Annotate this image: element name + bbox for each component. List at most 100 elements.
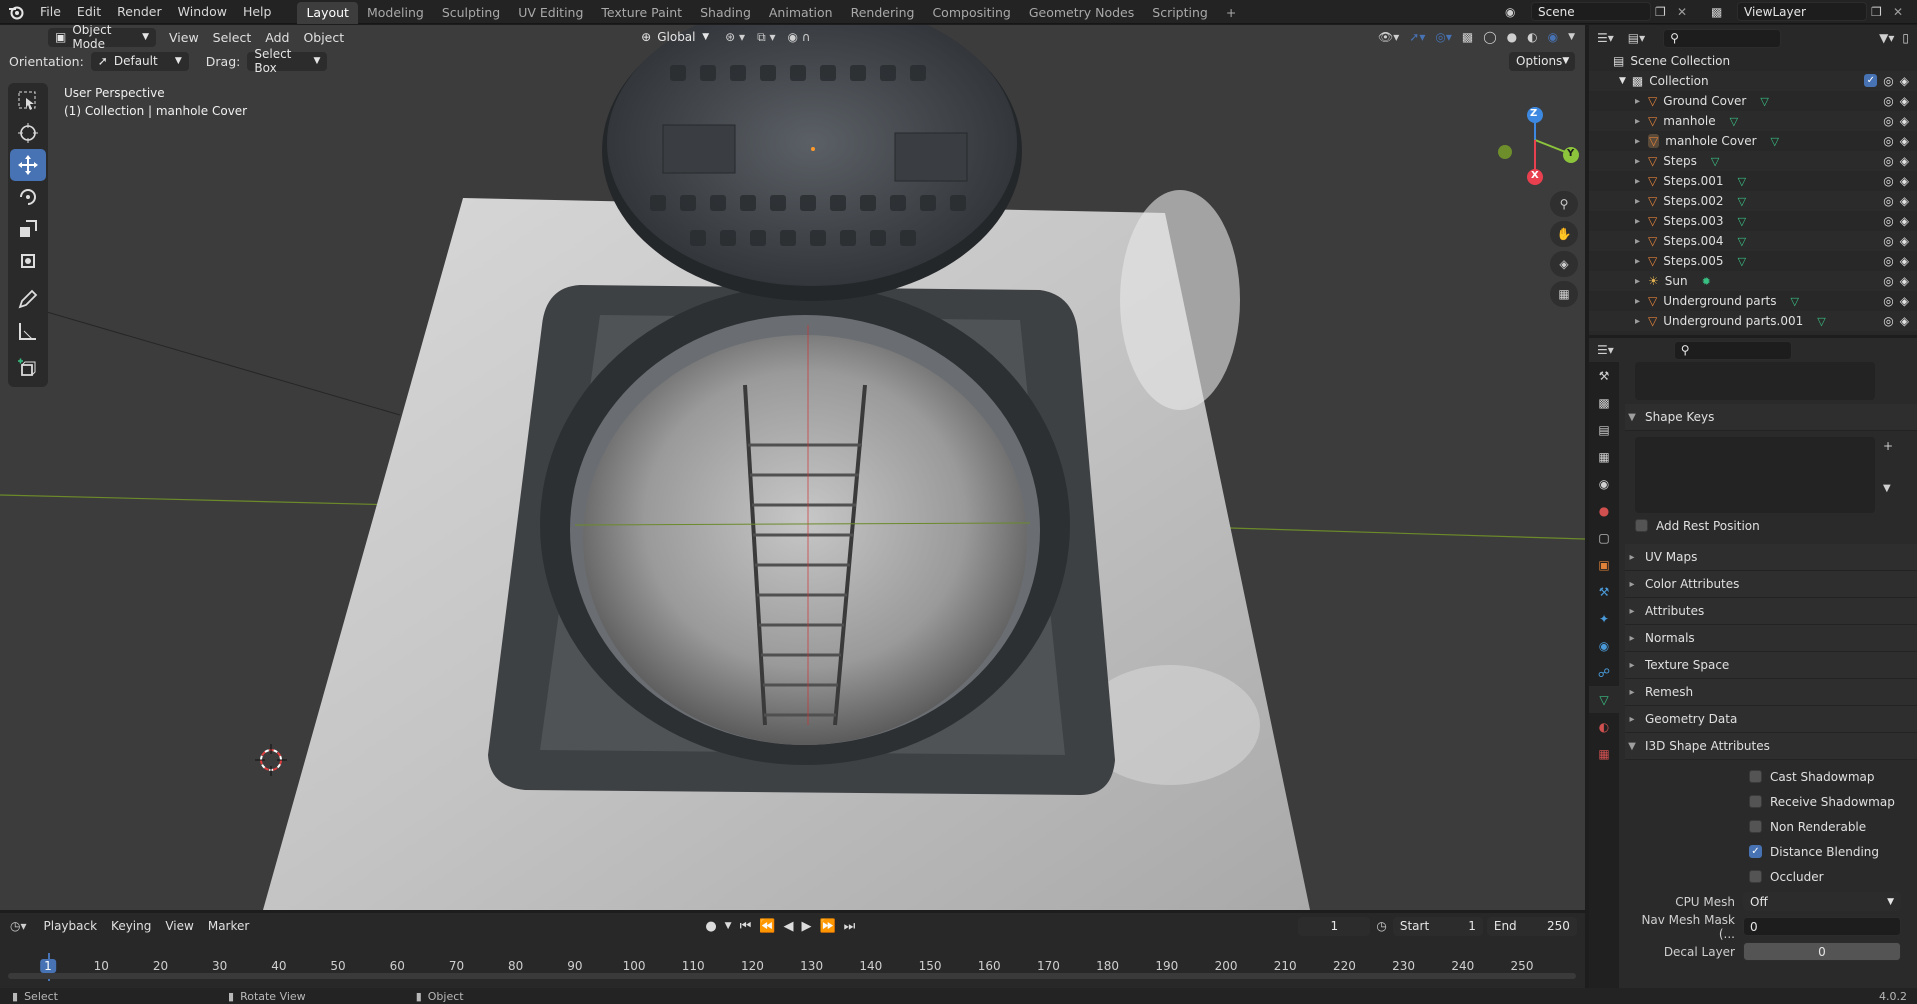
property-panel[interactable]: ▸ UV Maps xyxy=(1625,544,1917,571)
tab-workspace[interactable]: Animation xyxy=(760,2,842,24)
menu-item[interactable]: Help xyxy=(235,0,280,24)
pivot-icon[interactable]: ⊛ ▾ xyxy=(725,30,745,44)
property-panel[interactable]: ▸ Color Attributes xyxy=(1625,571,1917,598)
expand-arrow-icon[interactable]: ▸ xyxy=(1635,216,1640,227)
copy-scene-icon[interactable]: ❐ xyxy=(1655,5,1673,19)
outliner-item[interactable]: ▸ ☀ Sun ✹ ◎ ◈ xyxy=(1589,271,1917,291)
mesh-data-icon[interactable]: ▽ xyxy=(1711,155,1719,168)
3d-viewport[interactable]: ▣ Object Mode ▼ View Select Add Object ⊕ Gl… xyxy=(0,25,1585,910)
output-tab-icon[interactable]: ▤ xyxy=(1589,416,1619,443)
outliner-item[interactable]: ▸ ▽ Ground Cover ▽ ◎ ◈ xyxy=(1589,91,1917,111)
eye-icon[interactable]: ◎ xyxy=(1883,254,1893,268)
collection-row[interactable]: ▼ ▩ Collection ✓ ◎ ◈ xyxy=(1589,71,1917,91)
eye-icon[interactable]: ◎ xyxy=(1883,234,1893,248)
mesh-data-icon[interactable]: ▽ xyxy=(1817,315,1825,328)
grid-perspective-icon[interactable]: ▦ xyxy=(1550,281,1578,307)
outliner-search-input[interactable]: ⚲ xyxy=(1663,28,1782,48)
camera-icon[interactable]: ◈ xyxy=(1900,94,1909,108)
constraints-tab-icon[interactable]: ☍ xyxy=(1589,659,1619,686)
viewport-menu-item[interactable]: Object xyxy=(296,30,351,45)
camera-icon[interactable]: ◈ xyxy=(1900,74,1909,88)
expand-arrow-icon[interactable]: ▸ xyxy=(1635,256,1640,267)
render-tab-icon[interactable]: ▩ xyxy=(1589,389,1619,416)
transform-tool[interactable] xyxy=(10,245,46,277)
checkbox[interactable] xyxy=(1749,820,1762,833)
menu-item[interactable]: Window xyxy=(170,0,235,24)
camera-icon[interactable]: ◈ xyxy=(1900,174,1909,188)
add-shape-key-icon[interactable]: + xyxy=(1883,439,1893,453)
measure-tool[interactable] xyxy=(10,315,46,347)
tab-workspace[interactable]: Sculpting xyxy=(433,2,509,24)
shape-key-list[interactable] xyxy=(1635,437,1875,513)
collection-tab-icon[interactable]: ▢ xyxy=(1589,524,1619,551)
camera-icon[interactable]: ◈ xyxy=(1900,214,1909,228)
expand-arrow-icon[interactable]: ▸ xyxy=(1635,196,1640,207)
add-rest-position-checkbox[interactable] xyxy=(1635,519,1648,532)
property-panel[interactable]: ▸ Normals xyxy=(1625,625,1917,652)
timeline-ruler[interactable]: 1 10 20 30 40 50 60 70 80 90 100 110 120 130 140 150 160… xyxy=(0,931,1585,983)
cpu-mesh-select[interactable]: Off ▼ xyxy=(1743,892,1901,911)
outliner-item[interactable]: ▸ ▽ Steps ▽ ◎ ◈ xyxy=(1589,151,1917,171)
view-layer-field[interactable]: ViewLayer xyxy=(1737,2,1867,21)
tab-workspace[interactable]: Geometry Nodes xyxy=(1020,2,1143,24)
wireframe-shading-icon[interactable]: ◯ xyxy=(1483,30,1496,44)
xray-icon[interactable]: ▩ xyxy=(1462,30,1473,44)
overlay-icon[interactable]: ◎▾ xyxy=(1435,30,1452,44)
exclude-checkbox[interactable]: ✓ xyxy=(1864,74,1878,87)
add-cube-tool[interactable] xyxy=(10,353,46,385)
camera-icon[interactable]: ◈ xyxy=(1900,314,1909,328)
camera-icon[interactable]: ◈ xyxy=(1900,294,1909,308)
mesh-data-icon[interactable]: ▽ xyxy=(1760,95,1768,108)
mesh-data-icon[interactable]: ▽ xyxy=(1738,235,1746,248)
nav-mesh-input[interactable]: 0 xyxy=(1743,917,1901,936)
eye-icon[interactable]: ◎ xyxy=(1883,214,1893,228)
checkbox[interactable] xyxy=(1749,795,1762,808)
checkbox[interactable] xyxy=(1749,770,1762,783)
tab-workspace[interactable]: Rendering xyxy=(842,2,924,24)
checkbox[interactable] xyxy=(1749,870,1762,883)
chevron-down-icon[interactable]: ▼ xyxy=(722,921,735,931)
tab-workspace[interactable]: UV Editing xyxy=(509,2,592,24)
attribute-list-top[interactable] xyxy=(1635,362,1875,400)
solid-shading-icon[interactable]: ● xyxy=(1507,30,1517,44)
transform-orientation-select[interactable]: ⊕ Global ▼ xyxy=(635,28,715,47)
modifier-tab-icon[interactable]: ⚒ xyxy=(1589,578,1619,605)
expand-arrow-icon[interactable]: ▸ xyxy=(1635,96,1640,107)
viewport-menu-item[interactable]: Select xyxy=(206,30,259,45)
mesh-data-icon[interactable]: ▽ xyxy=(1771,135,1779,148)
material-tab-icon[interactable]: ◐ xyxy=(1589,713,1619,740)
outliner-editor-icon[interactable]: ☰▾ xyxy=(1597,31,1614,45)
scene-collection-row[interactable]: ▤ Scene Collection xyxy=(1589,51,1917,71)
mesh-data-tab-icon[interactable]: ▽ xyxy=(1589,686,1619,713)
eye-icon[interactable]: ◎ xyxy=(1883,194,1893,208)
mesh-data-icon[interactable]: ▽ xyxy=(1738,215,1746,228)
expand-arrow-icon[interactable]: ▸ xyxy=(1635,156,1640,167)
tab-workspace[interactable]: Modeling xyxy=(358,2,433,24)
view-layer-tab-icon[interactable]: ▦ xyxy=(1589,443,1619,470)
eye-icon[interactable]: ◎ xyxy=(1883,94,1893,108)
mesh-data-icon[interactable]: ▽ xyxy=(1738,195,1746,208)
property-panel[interactable]: ▸ Texture Space xyxy=(1625,652,1917,679)
camera-icon[interactable]: ◈ xyxy=(1900,254,1909,268)
i3d-checkbox-row[interactable]: Non Renderable xyxy=(1749,814,1917,839)
cursor-tool[interactable] xyxy=(10,117,46,149)
i3d-checkbox-row[interactable]: ✓ Distance Blending xyxy=(1749,839,1917,864)
eye-icon[interactable]: ◎ xyxy=(1883,314,1893,328)
outliner-item[interactable]: ▸ ▽ Steps.002 ▽ ◎ ◈ xyxy=(1589,191,1917,211)
camera-icon[interactable]: ◈ xyxy=(1550,251,1578,277)
expand-arrow-icon[interactable]: ▸ xyxy=(1635,136,1640,147)
i3d-checkbox-row[interactable]: Receive Shadowmap xyxy=(1749,789,1917,814)
mesh-data-icon[interactable]: ▽ xyxy=(1730,115,1738,128)
new-collection-icon[interactable]: ▯ xyxy=(1902,31,1909,45)
gizmo-icon[interactable]: ➚▾ xyxy=(1409,30,1425,44)
copy-layer-icon[interactable]: ❐ xyxy=(1871,5,1889,19)
light-data-icon[interactable]: ✹ xyxy=(1702,275,1711,288)
visibility-icon[interactable]: 👁▾ xyxy=(1378,30,1399,44)
annotate-tool[interactable] xyxy=(10,283,46,315)
outliner-item[interactable]: ▸ ▽ manhole ▽ ◎ ◈ xyxy=(1589,111,1917,131)
eye-icon[interactable]: ◎ xyxy=(1883,174,1893,188)
camera-icon[interactable]: ◈ xyxy=(1900,114,1909,128)
eye-icon[interactable]: ◎ xyxy=(1883,74,1893,88)
camera-icon[interactable]: ◈ xyxy=(1900,274,1909,288)
mode-select[interactable]: ▣ Object Mode ▼ xyxy=(48,25,156,51)
